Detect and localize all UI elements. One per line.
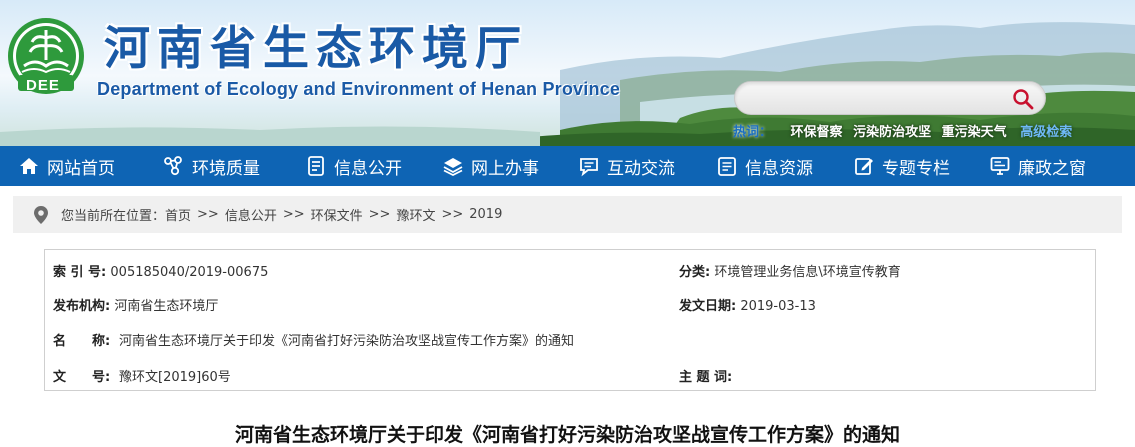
publisher-value: 河南省生态环境厅 bbox=[114, 299, 219, 314]
site-subtitle: Department of Ecology and Environment of… bbox=[97, 79, 621, 99]
logo-text: DEE bbox=[26, 77, 60, 94]
hot-word-link[interactable]: 环保督察 bbox=[791, 125, 843, 140]
hot-words-label: 热词： bbox=[733, 125, 773, 140]
name-label-suffix: 称: bbox=[92, 334, 111, 349]
site-title: 河南省生态环境厅 bbox=[104, 21, 528, 75]
meta-row-docno: 文 号: 豫环文[2019]60号 主 题 词: bbox=[45, 364, 1095, 388]
edit-icon bbox=[855, 158, 873, 175]
nav-item-label: 网上办事 bbox=[471, 158, 539, 179]
nav-item-special-topics[interactable]: 专题专栏 bbox=[853, 146, 950, 186]
breadcrumb-separator: >> bbox=[282, 207, 305, 222]
breadcrumb-prefix: 您当前所在位置： bbox=[61, 209, 166, 224]
chat-icon bbox=[580, 158, 598, 177]
nav-item-label: 专题专栏 bbox=[882, 158, 950, 179]
index-label: 索 引 号: bbox=[53, 265, 107, 280]
nav-item-label: 环境质量 bbox=[192, 158, 260, 179]
category-value: 环境管理业务信息\环境宣传教育 bbox=[714, 265, 901, 280]
nav-item-environment-quality[interactable]: 环境质量 bbox=[163, 146, 260, 186]
nav-item-label: 网站首页 bbox=[47, 158, 115, 179]
document-meta-table: 索 引 号: 005185040/2019-00675 分类: 环境管理业务信息… bbox=[44, 249, 1096, 391]
docno-label-suffix: 号: bbox=[92, 370, 111, 385]
breadcrumb-env-files[interactable]: 环保文件 bbox=[311, 205, 363, 224]
site-header: DEE 河南省生态环境厅 Department of Ecology and E… bbox=[0, 0, 1135, 146]
nav-item-home[interactable]: 网站首页 bbox=[18, 146, 115, 186]
hot-word-link[interactable]: 重污染天气 bbox=[942, 125, 1007, 140]
date-label: 发文日期: bbox=[679, 299, 737, 314]
monitor-icon bbox=[990, 157, 1010, 175]
hot-words: 热词： 环保督察 污染防治攻坚 重污染天气 高级检索 bbox=[733, 121, 1072, 140]
breadcrumb-separator: >> bbox=[368, 207, 391, 222]
nav-item-label: 信息资源 bbox=[745, 158, 813, 179]
nav-item-label: 信息公开 bbox=[334, 158, 402, 179]
article-title: 河南省生态环境厅关于印发《河南省打好污染防治攻坚战宣传工作方案》的通知 bbox=[234, 424, 900, 446]
breadcrumb-year[interactable]: 2019 bbox=[469, 207, 502, 222]
main-nav: 网站首页 环境质量 信息公开 网上办事 互动交流 信息资源 专题专栏 廉政之窗 bbox=[0, 146, 1135, 186]
keywords-label: 主 题 词: bbox=[679, 370, 733, 385]
name-value: 河南省生态环境厅关于印发《河南省打好污染防治攻坚战宣传工作方案》的通知 bbox=[119, 334, 575, 349]
breadcrumb-home[interactable]: 首页 bbox=[165, 205, 191, 224]
breadcrumb-yuhuanwen[interactable]: 豫环文 bbox=[396, 205, 435, 224]
nav-item-label: 互动交流 bbox=[607, 158, 675, 179]
location-pin-icon bbox=[34, 205, 48, 224]
nav-item-label: 廉政之窗 bbox=[1018, 158, 1086, 179]
search-box bbox=[734, 81, 1046, 115]
breadcrumb: 您当前所在位置： 首页 >> 信息公开 >> 环保文件 >> 豫环文 >> 20… bbox=[13, 196, 1122, 233]
home-icon bbox=[20, 158, 38, 174]
folder-icon bbox=[718, 157, 736, 176]
breadcrumb-separator: >> bbox=[441, 207, 464, 222]
nav-item-info-disclosure[interactable]: 信息公开 bbox=[305, 146, 402, 186]
nav-item-info-resources[interactable]: 信息资源 bbox=[716, 146, 813, 186]
nav-item-online-services[interactable]: 网上办事 bbox=[442, 146, 539, 186]
search-icon[interactable] bbox=[1011, 87, 1035, 111]
advanced-search-link[interactable]: 高级检索 bbox=[1020, 125, 1072, 140]
layers-icon bbox=[443, 158, 463, 177]
nav-item-integrity-window[interactable]: 廉政之窗 bbox=[989, 146, 1086, 186]
search-input[interactable] bbox=[749, 88, 999, 110]
publisher-label: 发布机构: bbox=[53, 299, 111, 314]
name-label: 名 bbox=[53, 334, 67, 349]
docno-label: 文 bbox=[53, 370, 67, 385]
hot-word-link[interactable]: 污染防治攻坚 bbox=[853, 125, 931, 140]
document-icon bbox=[308, 156, 324, 176]
nav-item-interaction[interactable]: 互动交流 bbox=[578, 146, 675, 186]
breadcrumb-separator: >> bbox=[197, 207, 219, 222]
docno-value: 豫环文[2019]60号 bbox=[119, 370, 231, 385]
meta-row-index: 索 引 号: 005185040/2019-00675 分类: 环境管理业务信息… bbox=[45, 259, 1095, 283]
category-label: 分类: bbox=[679, 265, 711, 280]
breadcrumb-info-disclosure[interactable]: 信息公开 bbox=[225, 205, 277, 224]
meta-row-publisher: 发布机构: 河南省生态环境厅 发文日期: 2019-03-13 bbox=[45, 293, 1095, 317]
meta-row-name: 名 称: 河南省生态环境厅关于印发《河南省打好污染防治攻坚战宣传工作方案》的通知 bbox=[45, 328, 1095, 352]
molecule-icon bbox=[164, 156, 182, 176]
index-value: 005185040/2019-00675 bbox=[110, 265, 269, 280]
date-value: 2019-03-13 bbox=[740, 299, 816, 314]
